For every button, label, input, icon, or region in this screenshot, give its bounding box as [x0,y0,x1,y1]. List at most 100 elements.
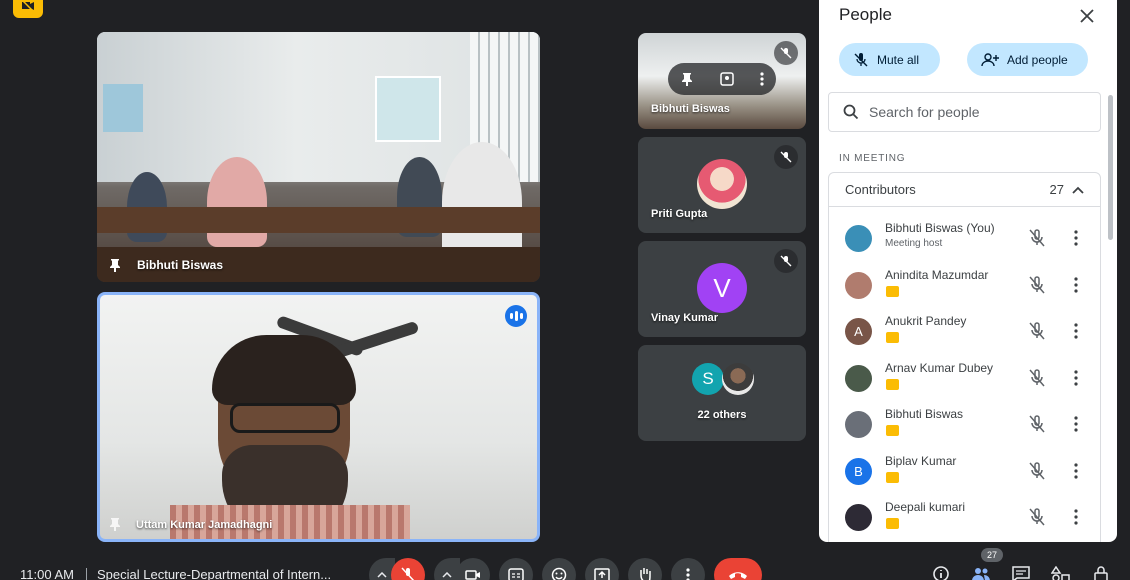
contributor-badge-icon [886,425,899,436]
wall-poster [375,76,441,142]
search-input[interactable]: Search for people [828,92,1101,132]
more-vert-icon[interactable] [1073,276,1079,293]
contributors-group: Contributors 27 Bibhuti Biswas (You) Meet… [828,172,1101,542]
search-placeholder: Search for people [869,104,980,120]
desk-row [97,207,540,233]
participant-name: Priti Gupta [651,208,708,220]
mic-off-icon[interactable] [1027,507,1047,527]
participant-row[interactable]: Deepali kumari [829,494,1102,540]
video-tile-main-2[interactable]: Uttam Kumar Jamadhagni [97,292,540,542]
more-vert-icon[interactable] [1073,323,1079,339]
camera-off-icon [21,0,35,12]
frame-icon[interactable] [719,71,735,87]
present-button[interactable] [585,558,619,580]
pin-icon[interactable] [680,72,694,86]
participant-name: Bibhuti Biswas [651,103,730,115]
more-vert-icon[interactable] [1073,416,1079,432]
people-count-badge: 27 [981,548,1003,562]
videocam-icon [465,570,480,580]
mute-all-label: Mute all [877,52,920,67]
mic-off-icon [774,145,798,169]
avatar [722,363,754,395]
video-tile-side-3[interactable]: V Vinay Kumar [638,241,806,337]
chevron-up-icon [1072,186,1084,194]
video-tile-main-1[interactable]: Bibhuti Biswas [97,32,540,282]
video-tile-side-2[interactable]: Priti Gupta [638,137,806,233]
close-icon [1080,9,1094,23]
more-vert-icon[interactable] [1073,369,1079,386]
avatar [845,364,872,392]
bottom-bar: 11:00 AM Special Lecture-Departmental of… [0,548,1130,580]
mic-off-icon[interactable] [1027,321,1047,341]
participant-row[interactable]: Arnav Kumar Dubey [829,355,1102,401]
attendee-figure [442,142,522,262]
more-vert-icon[interactable] [1073,462,1079,479]
participant-row[interactable]: Anindita Mazumdar [829,262,1102,308]
participant-row[interactable]: Bibhuti Biswas [829,401,1102,447]
chat-icon[interactable] [1011,566,1031,580]
more-vert-icon[interactable] [1073,230,1079,246]
raise-hand-button[interactable] [628,558,662,580]
mic-off-icon[interactable] [1027,414,1047,434]
participant-row[interactable]: A Anukrit Pandey [829,308,1102,354]
contributors-header[interactable]: Contributors 27 [829,173,1100,207]
present-to-all-icon [594,568,610,580]
meeting-title: Special Lecture-Departmental of Intern..… [97,567,332,580]
participant-name: Uttam Kumar Jamadhagni [136,519,273,531]
speaking-indicator-icon [505,305,527,327]
close-panel-button[interactable] [1075,4,1099,28]
section-label: IN MEETING [839,153,906,164]
wall-poster-small [103,84,143,132]
microphone-toggle-button[interactable] [391,558,425,580]
contributor-badge-icon [886,285,899,297]
contributor-badge-icon [886,378,899,390]
chevron-up-icon [442,572,452,578]
mute-all-button[interactable]: Mute all [839,43,940,76]
captions-button[interactable] [499,558,533,580]
scrollbar[interactable] [1108,95,1113,240]
more-options-button[interactable] [671,558,705,580]
info-icon[interactable] [931,566,951,580]
more-vert-icon[interactable] [1073,509,1079,525]
contributor-badge-icon [886,518,899,529]
host-controls-icon[interactable] [1091,566,1111,580]
video-tile-side-1[interactable]: Bibhuti Biswas [638,33,806,129]
add-people-button[interactable]: Add people [967,43,1088,76]
participant-name: Biplav Kumar [885,453,957,468]
divider [86,568,87,580]
hand-icon [640,568,651,580]
mic-off-icon [774,41,798,65]
avatar [845,411,872,438]
leave-call-button[interactable] [714,558,762,580]
reactions-button[interactable] [542,558,576,580]
participant-role: Meeting host [885,238,943,249]
participant-name: Arnav Kumar Dubey [885,360,994,375]
avatar: B [845,457,872,485]
camera-toggle-button[interactable] [456,558,490,580]
participant-row[interactable]: Bibhuti Biswas (You) Meeting host [829,215,1102,261]
participant-name: Bibhuti Biswas [885,407,964,421]
mic-off-icon[interactable] [1027,461,1047,481]
more-vert-icon [686,568,690,580]
activities-icon[interactable] [1051,566,1071,580]
person-add-icon [981,52,999,66]
mic-off-icon[interactable] [1027,228,1047,248]
more-vert-icon[interactable] [760,72,764,86]
participant-row[interactable]: B Biplav Kumar [829,448,1102,494]
avatar: S [692,363,724,395]
mic-off-icon [401,567,415,580]
participant-name: Anukrit Pandey [885,314,967,328]
mic-off-icon [774,249,798,273]
others-count-label: 22 others [697,409,747,421]
search-icon [843,104,859,120]
group-label: Contributors [845,182,916,197]
mic-off-icon[interactable] [1027,275,1047,295]
avatar: V [697,263,747,313]
chevron-up-icon [377,572,387,578]
people-icon[interactable] [971,566,991,580]
video-tile-others[interactable]: S 22 others [638,345,806,441]
participant-name: Deepali kumari [885,500,966,514]
participant-name: Anindita Mazumdar [885,267,989,282]
mic-off-icon[interactable] [1027,368,1047,388]
participant-name: Bibhuti Biswas (You) [885,221,995,235]
